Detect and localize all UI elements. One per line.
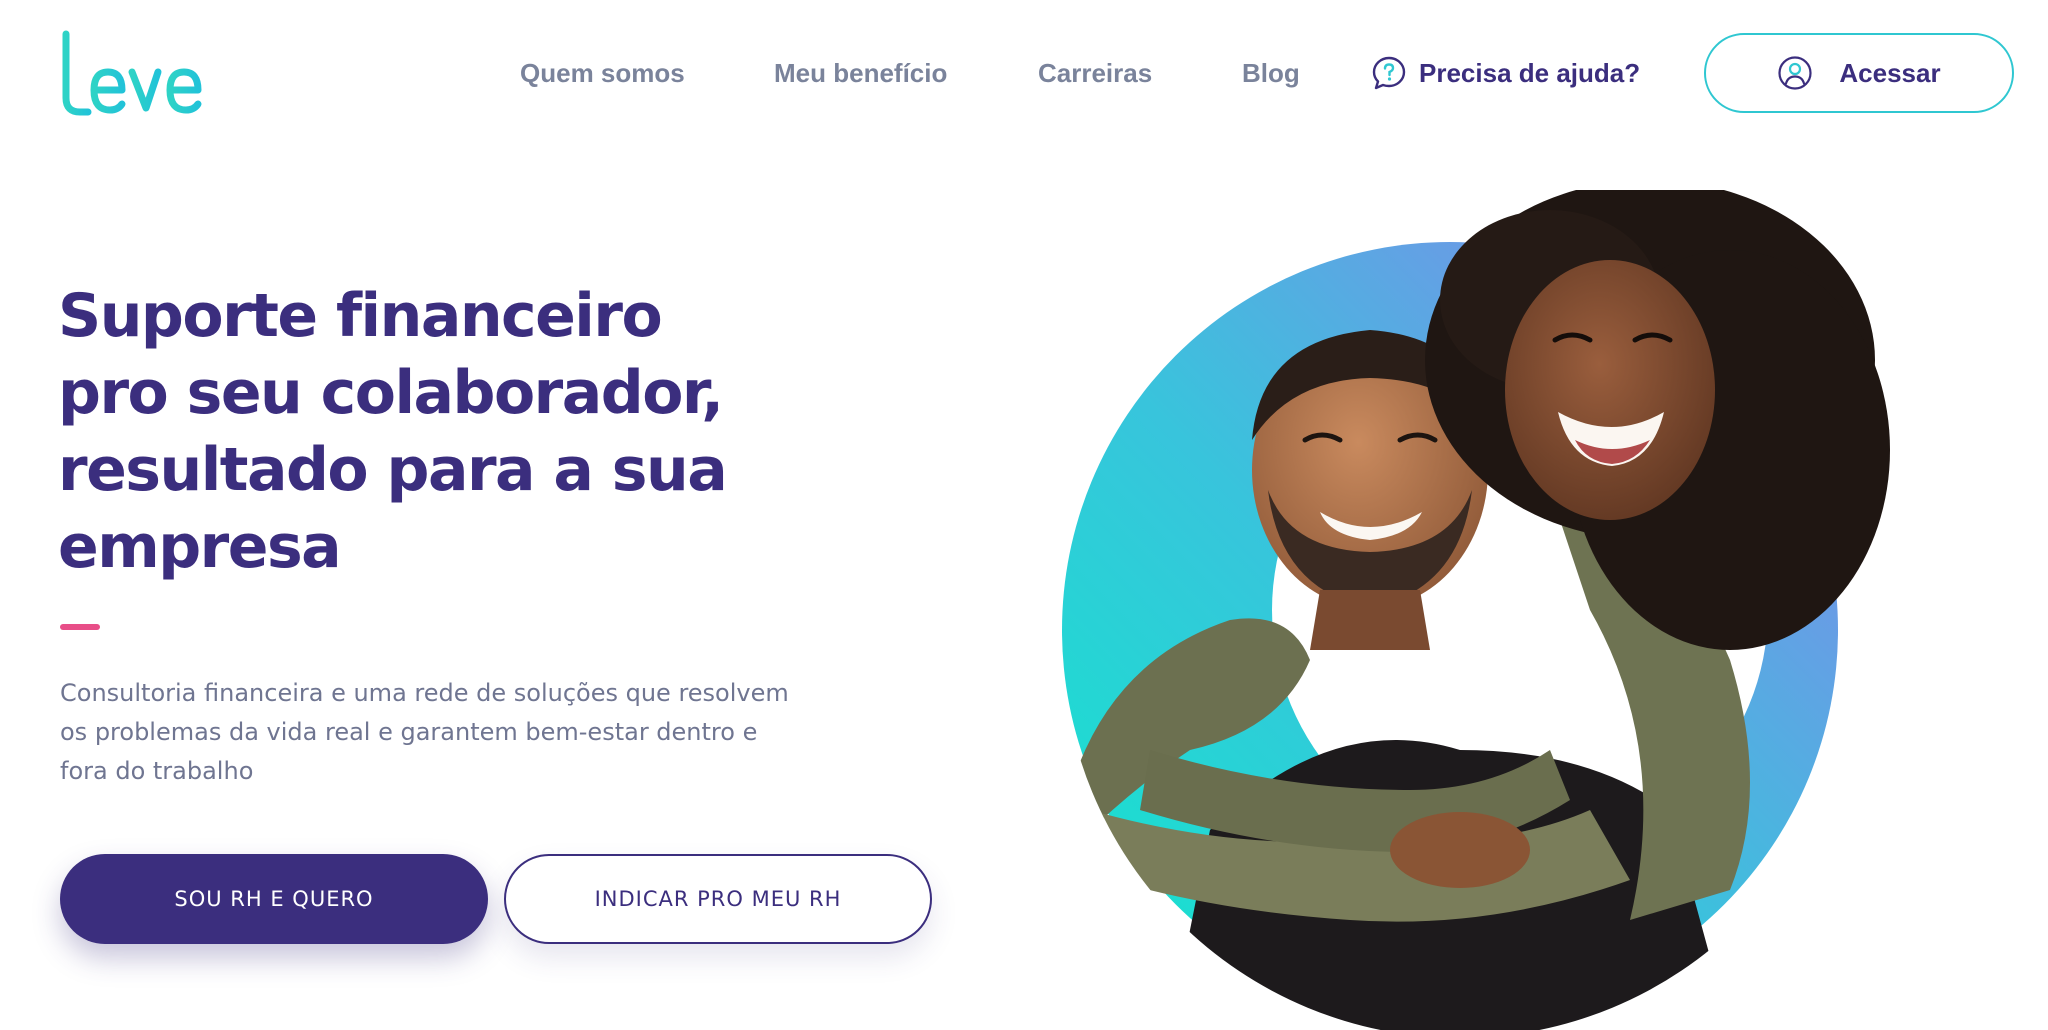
help-link[interactable]: Precisa de ajuda? (1371, 52, 1640, 94)
hero-description-line: fora do trabalho (60, 757, 254, 785)
hero-title-line: empresa (58, 512, 342, 582)
hero-title: Suporte financeiro pro seu colaborador, … (58, 278, 838, 586)
hero-description: Consultoria financeira e uma rede de sol… (60, 674, 840, 791)
nav-quem-somos[interactable]: Quem somos (520, 58, 685, 89)
accent-divider (60, 624, 100, 630)
user-icon (1778, 56, 1812, 90)
nav-meu-beneficio[interactable]: Meu benefício (774, 58, 947, 89)
hero-title-line: pro seu colaborador, (58, 358, 724, 428)
help-label: Precisa de ajuda? (1419, 57, 1641, 88)
hero-title-line: Suporte financeiro (58, 281, 663, 351)
smiling-couple-photo (1062, 190, 1890, 1030)
nav-carreiras[interactable]: Carreiras (1038, 58, 1152, 89)
leve-logo[interactable] (58, 28, 208, 120)
indicar-rh-button[interactable]: INDICAR PRO MEU RH (504, 854, 932, 944)
nav-blog[interactable]: Blog (1242, 58, 1300, 89)
login-label: Acessar (1839, 57, 1941, 88)
question-bubble-icon (1372, 56, 1406, 90)
hero-description-line: os problemas da vida real e garantem bem… (60, 718, 758, 746)
hero-title-line: resultado para a sua (58, 435, 728, 505)
sou-rh-button[interactable]: SOU RH E QUERO (60, 854, 488, 944)
hero-description-line: Consultoria financeira e uma rede de sol… (60, 679, 789, 707)
login-button[interactable]: Acessar (1704, 33, 2014, 113)
